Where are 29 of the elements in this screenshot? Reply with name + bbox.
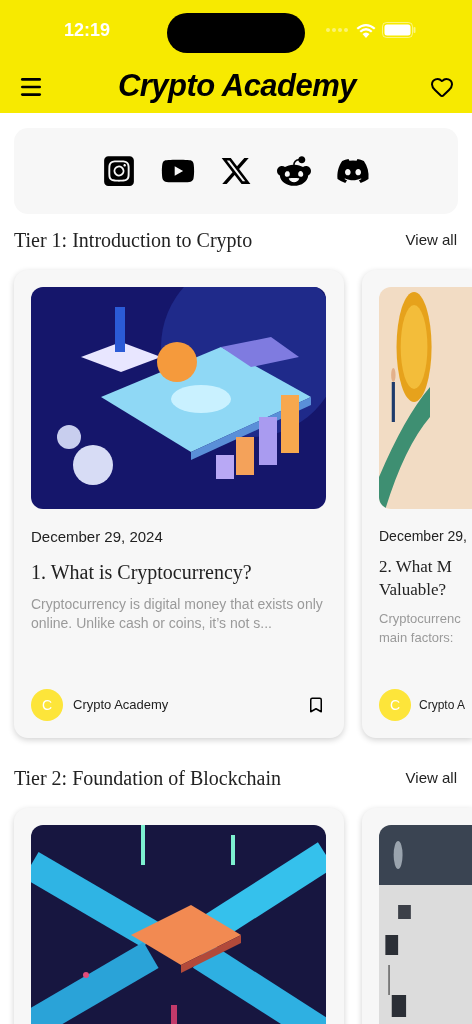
article-card[interactable] [362, 808, 472, 1024]
article-card[interactable] [14, 808, 344, 1024]
article-excerpt: Cryptocurrency is digital money that exists only online. Unlike cash or coins, it’s not s... [31, 594, 324, 633]
author-name: Crypto A [419, 697, 466, 714]
status-time: 12:19 [64, 18, 111, 42]
view-all-link[interactable]: View all [405, 228, 457, 252]
article-excerpt: main factors: [379, 629, 455, 647]
x-icon[interactable] [220, 155, 252, 187]
reddit-icon[interactable] [277, 154, 311, 188]
section-title: Tier 2: Foundation of Blockchain [14, 766, 282, 791]
author-avatar: C [31, 689, 63, 721]
article-title: Valuable? [379, 579, 448, 601]
article-date: December 29, 2024 [31, 527, 164, 547]
view-all-link[interactable]: View all [405, 766, 457, 790]
signal-icon [326, 28, 350, 32]
section-title: Tier 1: Introduction to Crypto [14, 228, 253, 254]
author-avatar: C [379, 689, 411, 721]
instagram-icon[interactable] [102, 154, 136, 188]
article-excerpt: Cryptocurrenc [379, 610, 462, 628]
article-card[interactable]: December 29, 2024 1. What is Cryptocurrency? Cryptocurrency is digital money that exists only online. Unlike cash or coins, it’s not s... C Crypto Academy [14, 270, 344, 738]
author-name: Crypto Academy [73, 696, 169, 715]
bookmark-button[interactable] [307, 696, 325, 714]
article-card[interactable]: December 29, 2. What M Valuable? Cryptocurrenc main factors: C Crypto A [362, 270, 472, 738]
article-title: 2. What M [379, 556, 453, 578]
article-title: 1. What is Cryptocurrency? [31, 559, 253, 586]
app-title: Crypto Academy [116, 67, 359, 106]
article-date: December 29, [379, 527, 468, 546]
wifi-icon [356, 22, 376, 38]
battery-icon [382, 22, 416, 38]
